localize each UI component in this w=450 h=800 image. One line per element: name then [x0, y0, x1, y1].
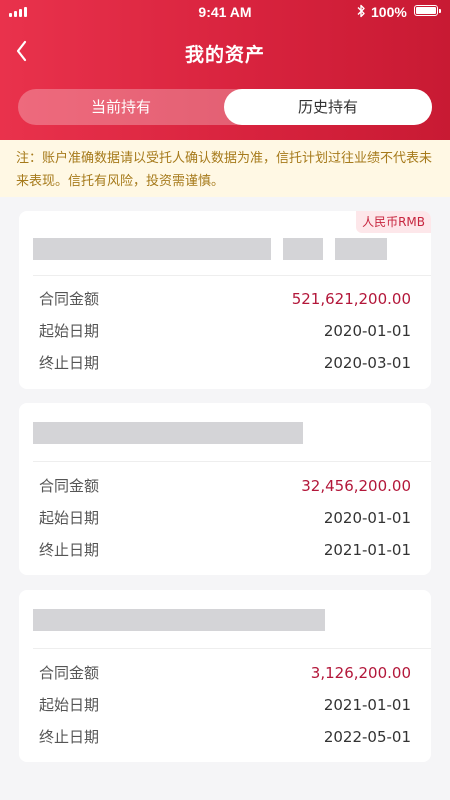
tab-current-holdings[interactable]: 当前持有: [18, 89, 224, 125]
battery-level-fill: [416, 7, 436, 14]
contract-amount-label: 合同金额: [39, 477, 100, 495]
contract-amount-row: 合同金额 32,456,200.00: [39, 475, 411, 497]
battery-icon: [414, 5, 441, 16]
end-date-value: 2020-03-01: [323, 354, 411, 372]
end-date-row: 终止日期 2021-01-01: [39, 539, 411, 561]
start-date-value: 2021-01-01: [323, 696, 411, 714]
end-date-value: 2021-01-01: [323, 541, 411, 559]
battery-percentage: 100%: [371, 4, 407, 20]
bluetooth-icon: [357, 4, 365, 18]
end-date-row: 终止日期 2020-03-01: [39, 352, 411, 374]
end-date-label: 终止日期: [39, 728, 100, 746]
contract-amount-value: 521,621,200.00: [291, 290, 411, 308]
end-date-label: 终止日期: [39, 354, 100, 372]
start-date-value: 2020-01-01: [323, 322, 411, 340]
start-date-label: 起始日期: [39, 696, 100, 714]
card-divider: [33, 461, 431, 462]
contract-amount-value: 32,456,200.00: [301, 477, 411, 495]
end-date-label: 终止日期: [39, 541, 100, 559]
start-date-value: 2020-01-01: [323, 509, 411, 527]
asset-card[interactable]: 人民币RMB 合同金额 521,621,200.00 起始日期 2020-01-…: [19, 211, 431, 389]
start-date-label: 起始日期: [39, 509, 100, 527]
app-header: 9:41 AM 100% 我的资产 当前持有 历史持有: [0, 0, 450, 140]
start-date-label: 起始日期: [39, 322, 100, 340]
card-divider: [33, 648, 431, 649]
contract-amount-value: 3,126,200.00: [310, 664, 411, 682]
contract-amount-row: 合同金额 3,126,200.00: [39, 662, 411, 684]
start-date-row: 起始日期 2021-01-01: [39, 694, 411, 716]
start-date-row: 起始日期 2020-01-01: [39, 507, 411, 529]
currency-badge: 人民币RMB: [356, 211, 431, 233]
page-title: 我的资产: [184, 44, 265, 66]
contract-amount-label: 合同金额: [39, 290, 100, 308]
contract-amount-row: 合同金额 521,621,200.00: [39, 288, 411, 310]
asset-card[interactable]: 合同金额 3,126,200.00 起始日期 2021-01-01 终止日期 2…: [19, 590, 431, 762]
holding-tabs: 当前持有 历史持有: [18, 89, 432, 125]
end-date-row: 终止日期 2022-05-01: [39, 726, 411, 748]
asset-card[interactable]: 合同金额 32,456,200.00 起始日期 2020-01-01 终止日期 …: [19, 403, 431, 575]
start-date-row: 起始日期 2020-01-01: [39, 320, 411, 342]
tab-history-holdings[interactable]: 历史持有: [224, 89, 432, 125]
status-bar: 9:41 AM 100%: [0, 0, 450, 24]
risk-notice: 注：账户准确数据请以受托人确认数据为准，信托计划过往业绩不代表未来表现。信托有风…: [0, 140, 450, 197]
card-divider: [33, 275, 431, 276]
contract-amount-label: 合同金额: [39, 664, 100, 682]
end-date-value: 2022-05-01: [323, 728, 411, 746]
